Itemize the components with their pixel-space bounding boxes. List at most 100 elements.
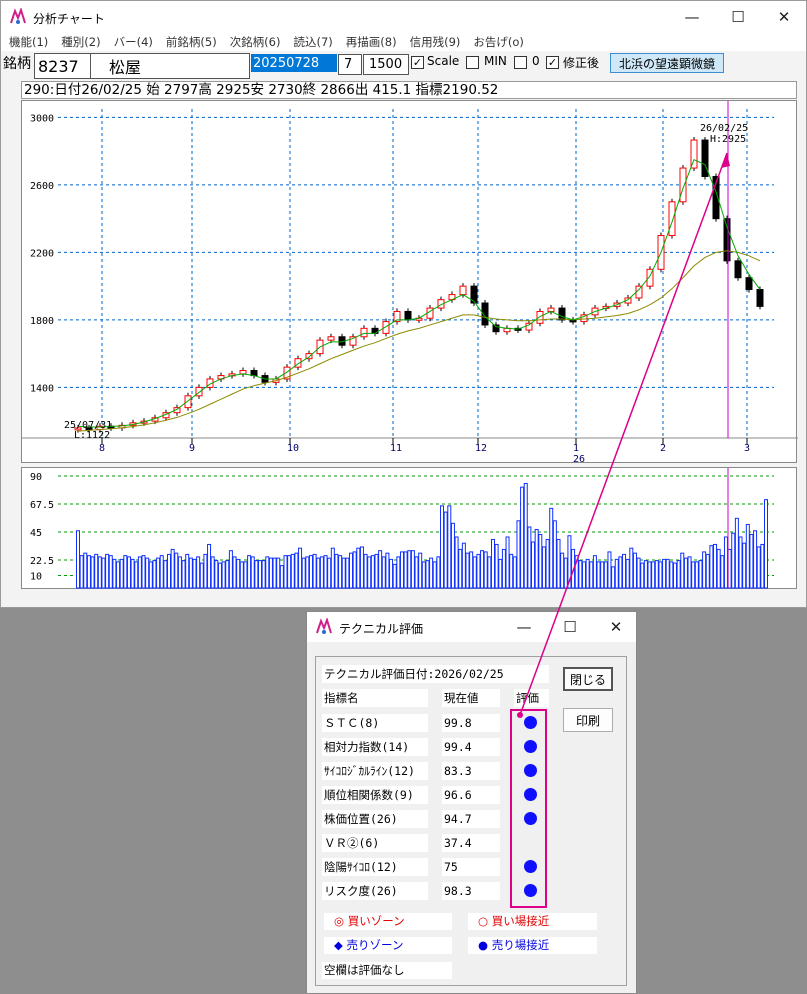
tech-close-icon[interactable]: ✕: [593, 612, 639, 642]
close-button[interactable]: 閉じる: [563, 667, 613, 691]
volume-bar: [359, 546, 364, 589]
volume-bar: [76, 530, 80, 589]
col-rating-header: 評価: [514, 689, 549, 707]
month-tick-label: 9: [189, 443, 195, 454]
volume-bar: [279, 565, 284, 589]
volume-bar: [487, 556, 492, 589]
volume-bar: [308, 555, 313, 589]
scale-checkbox[interactable]: ✓: [411, 56, 424, 69]
menu-bar-type[interactable]: バー(4): [114, 34, 153, 50]
price-chart: 300026002200180014008 9 10 11 12 1 2 32626/02/2…: [22, 101, 798, 465]
date-field[interactable]: 20250728: [251, 54, 337, 72]
volume-bar: [298, 547, 303, 589]
volume-bar: [596, 561, 601, 589]
technical-eval-window: テクニカル評価 — ☐ ✕ テクニカル評価日付:2026/02/25 指標名 現…: [306, 611, 637, 994]
tech-maximize-icon[interactable]: ☐: [547, 612, 593, 642]
menu-next-stock[interactable]: 次銘柄(6): [230, 34, 281, 50]
volume-bar: [319, 556, 324, 589]
date-value: 20250728: [253, 55, 320, 71]
telescope-button[interactable]: 北浜の望遠顕微鏡: [610, 53, 724, 73]
tech-minimize-icon[interactable]: —: [501, 612, 547, 642]
volume-bar: [177, 556, 182, 589]
indicator-value-rsi: 99.4: [442, 738, 500, 756]
volume-bar: [258, 560, 263, 589]
volume-bar: [523, 482, 528, 589]
close-icon[interactable]: ✕: [761, 1, 807, 33]
minimize-icon[interactable]: —: [669, 1, 715, 33]
volume-bar: [327, 557, 332, 589]
volume-bar: [236, 558, 241, 589]
volume-bar: [247, 555, 252, 589]
menu-type[interactable]: 種別(2): [61, 34, 100, 50]
volume-bar: [662, 558, 667, 589]
volume-bar: [647, 561, 652, 589]
menu-load[interactable]: 読込(7): [293, 34, 332, 50]
volume-bar: [450, 522, 455, 589]
period-field[interactable]: 7: [338, 54, 362, 75]
sell-near-label: 売り場接近: [491, 938, 550, 952]
volume-chart-panel: 90 67.5 45 22.5 10: [21, 467, 797, 589]
volume-bar: [629, 547, 634, 589]
volume-bar: [534, 529, 539, 589]
title-bar[interactable]: 分析チャート — ☐ ✕: [1, 1, 806, 33]
volume-bar: [119, 558, 124, 589]
stock-name-field[interactable]: 松屋: [90, 53, 250, 79]
volume-bar: [454, 536, 459, 589]
volume-bar: [159, 555, 164, 589]
volume-bar: [720, 555, 725, 589]
volume-bar: [221, 561, 226, 589]
buy-zone-icon: ◎: [334, 914, 345, 928]
rating-dot-rank-correlation: [524, 788, 537, 801]
volume-bar: [709, 545, 714, 589]
menu-prev-stock[interactable]: 前銘柄(5): [166, 34, 217, 50]
menu-bar: 機能(1) 種別(2) バー(4) 前銘柄(5) 次銘柄(6) 読込(7) 再描…: [1, 33, 806, 51]
menu-oracle[interactable]: お告げ(o): [473, 34, 524, 50]
volume-bar: [625, 558, 630, 589]
menu-function[interactable]: 機能(1): [9, 34, 48, 50]
indicator-name-psychological: ｻｲｺﾛｼﾞｶﾙﾗｲﾝ(12): [322, 762, 428, 780]
volume-bar: [512, 556, 517, 589]
volume-bar: [672, 562, 677, 589]
zero-label: 0: [532, 54, 540, 68]
tech-title-bar[interactable]: テクニカル評価 — ☐ ✕: [307, 612, 636, 642]
volume-bar: [316, 557, 321, 589]
long-moving-average-line: [77, 250, 761, 432]
volume-bar: [108, 555, 113, 589]
volume-bar: [272, 557, 277, 589]
sell-zone-label: 売りゾーン: [346, 938, 404, 952]
rating-dot-psychological: [524, 764, 537, 777]
volume-bar: [581, 561, 586, 589]
min-checkbox[interactable]: [466, 56, 479, 69]
stock-code-field[interactable]: 8237: [34, 53, 91, 79]
high-date-annotation: 26/02/25: [700, 123, 748, 134]
scale-label: Scale: [427, 54, 460, 68]
maximize-icon[interactable]: ☐: [715, 1, 761, 33]
volume-bar: [261, 560, 266, 589]
col-indicator-header: 指標名: [322, 689, 428, 707]
volume-bar: [217, 562, 222, 589]
price-info-line: 290:日付26/02/25 始 2797高 2925安 2730終 2866出…: [21, 81, 797, 99]
adjusted-checkbox[interactable]: ✓: [546, 56, 559, 69]
menu-redraw[interactable]: 再描画(8): [346, 34, 397, 50]
volume-bar: [432, 561, 437, 589]
volume-bar: [585, 558, 590, 589]
zero-checkbox[interactable]: [514, 56, 527, 69]
volume-bar: [94, 553, 99, 589]
volume-bar: [691, 561, 696, 589]
menu-margin[interactable]: 信用残(9): [410, 34, 461, 50]
volume-bar: [210, 556, 215, 589]
month-tick-label: 12: [475, 443, 487, 454]
volume-bar: [683, 557, 688, 589]
app-icon: [10, 8, 26, 24]
volume-bar: [90, 556, 95, 589]
indicator-value-vr2: 37.4: [442, 834, 500, 852]
count-field[interactable]: 1500: [363, 54, 409, 75]
print-button[interactable]: 印刷: [563, 708, 613, 732]
sell-zone-icon: ◆: [334, 938, 343, 952]
volume-bar: [589, 561, 594, 589]
volume-bar: [203, 553, 208, 589]
volume-bar: [494, 543, 499, 589]
tech-content: テクニカル評価日付:2026/02/25 指標名 現在値 評価 閉じる 印刷 Ｓ…: [315, 656, 627, 986]
volume-bar: [276, 557, 281, 589]
volume-bar: [516, 520, 521, 589]
